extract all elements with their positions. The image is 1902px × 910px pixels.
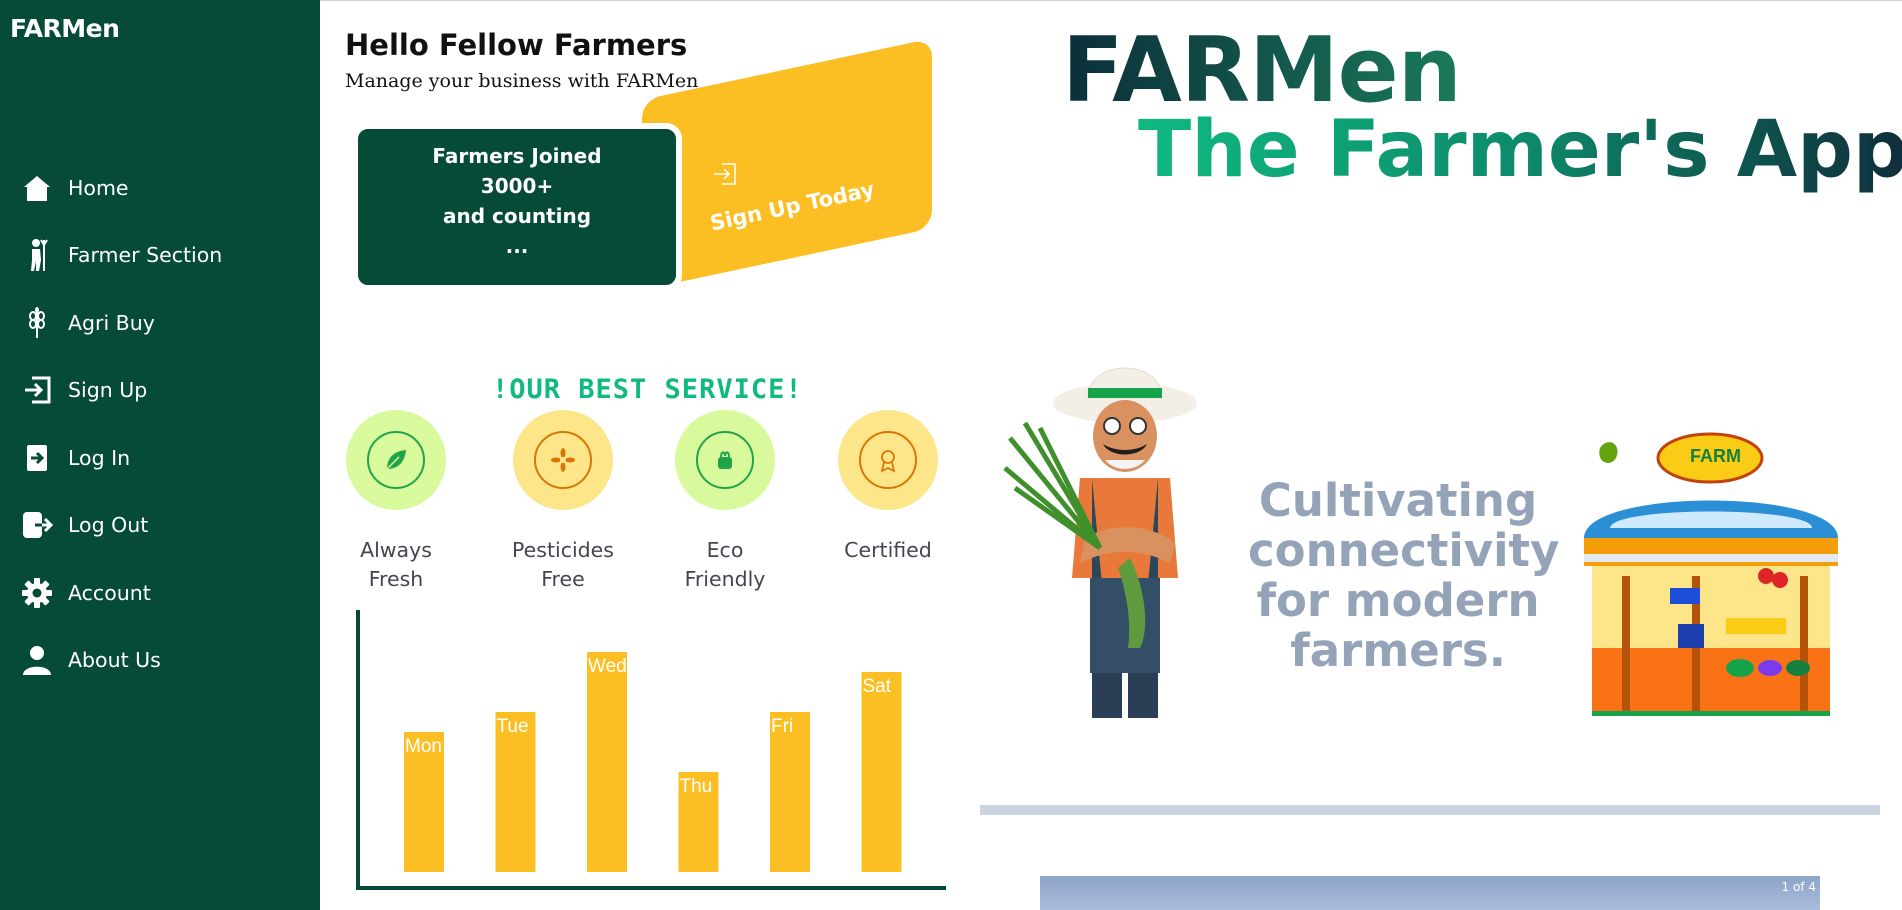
chart-bar-sat bbox=[861, 672, 902, 872]
sidebar-item-log-out[interactable]: Log Out bbox=[20, 492, 310, 560]
sidebar-item-label: Home bbox=[68, 175, 129, 200]
service-label-line: Pesticides bbox=[512, 538, 614, 562]
service-label-line: Friendly bbox=[684, 567, 766, 591]
stats-line: Farmers Joined bbox=[432, 144, 602, 168]
chart-bar-label: Tue bbox=[497, 716, 529, 737]
service-item: Always Fresh bbox=[331, 410, 461, 594]
chart-bar-label: Thu bbox=[680, 776, 713, 797]
chart-bar-label: Sat bbox=[863, 676, 892, 697]
sidebar-item-home[interactable]: Home bbox=[20, 154, 310, 222]
services-title: !OUR BEST SERVICE! bbox=[492, 374, 803, 405]
service-circle bbox=[838, 410, 938, 510]
sign-in-icon bbox=[712, 162, 738, 190]
page-subtitle: Manage your business with FARMen bbox=[345, 70, 699, 92]
home-icon bbox=[20, 171, 54, 205]
sidebar: FARMen Home Farmer Section Agri Buy Sign… bbox=[0, 0, 320, 910]
sidebar-item-label: Account bbox=[68, 580, 151, 605]
sidebar-item-about-us[interactable]: About Us bbox=[20, 627, 310, 695]
sidebar-item-label: Farmer Section bbox=[68, 243, 223, 268]
stats-line: ... bbox=[505, 234, 529, 258]
section-divider bbox=[980, 805, 1880, 815]
chart-bar-wed bbox=[587, 652, 627, 872]
chart-bar-label: Fri bbox=[771, 716, 793, 737]
brand-logo[interactable]: FARMen bbox=[10, 14, 120, 43]
sign-in-icon bbox=[20, 373, 54, 407]
badge-icon bbox=[859, 431, 917, 489]
chart-bar-label: Wed bbox=[588, 656, 627, 677]
sidebar-nav: Home Farmer Section Agri Buy Sign Up Log… bbox=[20, 154, 310, 694]
sidebar-item-label: Agri Buy bbox=[68, 310, 155, 335]
service-circle bbox=[675, 410, 775, 510]
carousel-counter: 1 of 4 bbox=[1781, 880, 1816, 894]
service-item: Certified bbox=[823, 410, 953, 565]
sidebar-item-farmer-section[interactable]: Farmer Section bbox=[20, 222, 310, 290]
sidebar-item-sign-up[interactable]: Sign Up bbox=[20, 357, 310, 425]
hero-tagline: Cultivating connectivity for modern farm… bbox=[1248, 474, 1560, 677]
farmers-joined-card: Farmers Joined 3000+ and counting ... bbox=[352, 123, 682, 291]
sidebar-item-agri-buy[interactable]: Agri Buy bbox=[20, 289, 310, 357]
weekly-bar-chart: Mon Tue Wed Thu Fri Sat bbox=[356, 610, 946, 890]
sidebar-item-account[interactable]: Account bbox=[20, 559, 310, 627]
store-sign: FARM bbox=[1690, 446, 1741, 466]
user-icon bbox=[20, 643, 54, 677]
service-circle bbox=[346, 410, 446, 510]
service-label: Certified bbox=[823, 536, 953, 565]
leaf-icon bbox=[367, 431, 425, 489]
service-label: Eco Friendly bbox=[660, 536, 790, 594]
stats-count: 3000+ bbox=[480, 174, 554, 198]
page-title: Hello Fellow Farmers bbox=[345, 28, 688, 62]
chart-bar-label: Mon bbox=[405, 736, 442, 757]
wheat-icon bbox=[20, 306, 54, 340]
sidebar-item-label: Log Out bbox=[68, 513, 149, 538]
service-label: Always Fresh bbox=[331, 536, 461, 594]
sidebar-item-log-in[interactable]: Log In bbox=[20, 424, 310, 492]
farm-store-illustration: FARM bbox=[1570, 428, 1852, 718]
service-label-line: Free bbox=[541, 567, 585, 591]
farmer-icon bbox=[20, 238, 54, 272]
farmer-illustration bbox=[1000, 348, 1215, 728]
service-label: Pesticides Free bbox=[498, 536, 628, 594]
service-label-line: Always bbox=[360, 538, 432, 562]
gear-icon bbox=[20, 576, 54, 610]
login-icon bbox=[20, 441, 54, 475]
sidebar-item-label: Sign Up bbox=[68, 378, 148, 403]
service-label-line: Fresh bbox=[368, 567, 424, 591]
eco-icon bbox=[696, 431, 754, 489]
image-carousel[interactable]: 1 of 4 bbox=[1040, 876, 1820, 910]
service-circle bbox=[513, 410, 613, 510]
logout-icon bbox=[20, 508, 54, 542]
sidebar-item-label: About Us bbox=[68, 648, 161, 673]
stats-line: and counting bbox=[442, 204, 592, 228]
hero-subtitle: The Farmer's App bbox=[1138, 105, 1902, 195]
service-item: Eco Friendly bbox=[660, 410, 790, 594]
service-label-line: Eco bbox=[706, 538, 744, 562]
service-item: Pesticides Free bbox=[498, 410, 628, 594]
service-label-line: Certified bbox=[844, 538, 932, 562]
sidebar-item-label: Log In bbox=[68, 445, 131, 470]
flower-icon bbox=[534, 431, 592, 489]
